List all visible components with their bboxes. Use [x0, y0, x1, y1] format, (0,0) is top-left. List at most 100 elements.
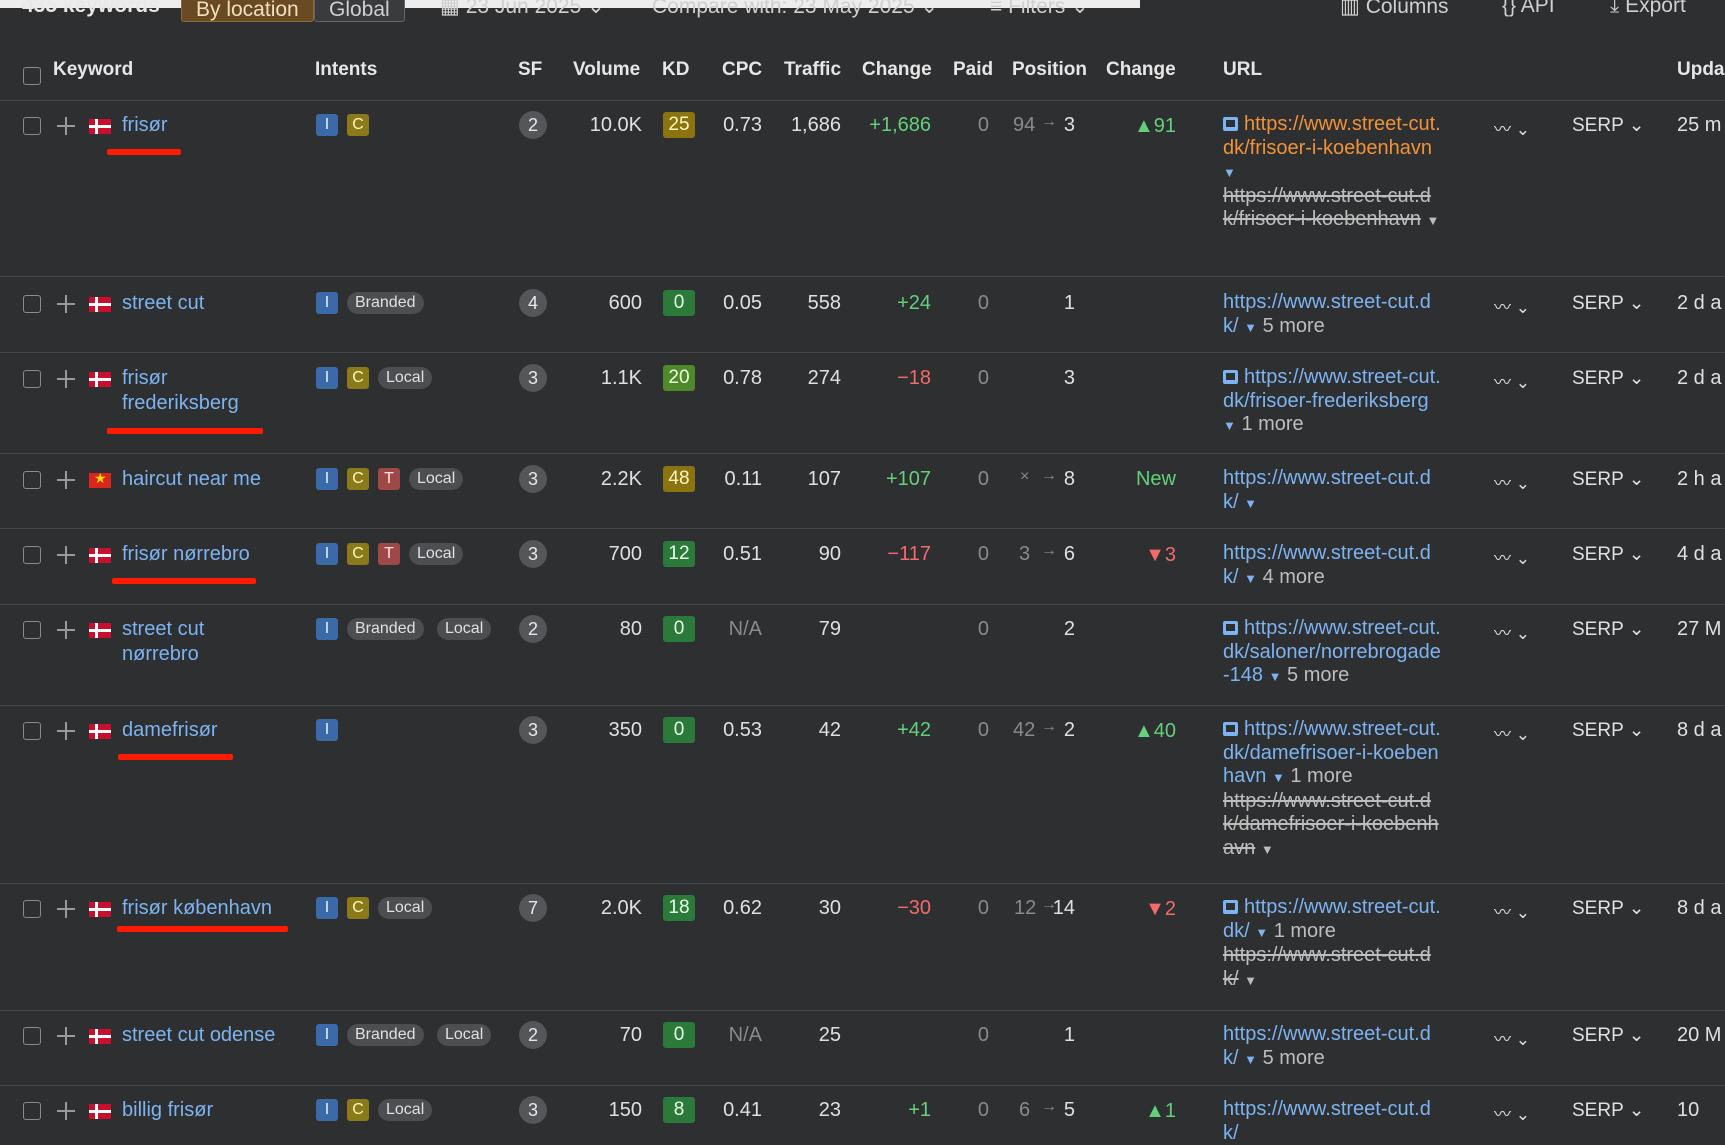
col-updated[interactable]: Upda — [1677, 59, 1725, 81]
trend-icon[interactable]: 〰 ⌄ — [1494, 1025, 1530, 1050]
col-url[interactable]: URL — [1223, 59, 1262, 81]
col-sf[interactable]: SF — [518, 59, 542, 81]
col-paid[interactable]: Paid — [953, 59, 993, 81]
serp-features-count[interactable]: 4 — [519, 289, 547, 317]
row-checkbox[interactable] — [23, 471, 41, 489]
serp-features-count[interactable]: 7 — [519, 894, 547, 922]
col-intents[interactable]: Intents — [315, 59, 377, 81]
url-link[interactable]: https://www.street-cut.dk/ — [1223, 1098, 1445, 1145]
serp-dropdown[interactable]: SERP ⌄ — [1572, 543, 1645, 566]
row-checkbox[interactable] — [23, 722, 41, 740]
caret-down-icon[interactable]: ▼ — [1255, 925, 1268, 940]
caret-down-icon[interactable]: ▼ — [1244, 320, 1257, 335]
col-keyword[interactable]: Keyword — [53, 59, 133, 81]
row-checkbox[interactable] — [23, 621, 41, 639]
plus-icon[interactable] — [57, 295, 75, 313]
caret-down-icon[interactable]: ▼ — [1223, 418, 1236, 433]
compare-dropdown[interactable]: Compare with: 23 May 2025 ⌄ — [652, 0, 938, 19]
serp-features-count[interactable]: 3 — [519, 364, 547, 392]
plus-icon[interactable] — [57, 117, 75, 135]
select-all-checkbox[interactable] — [23, 67, 41, 85]
plus-icon[interactable] — [57, 1102, 75, 1120]
trend-icon[interactable]: 〰 ⌄ — [1494, 619, 1530, 644]
serp-dropdown[interactable]: SERP ⌄ — [1572, 114, 1645, 137]
keyword-link[interactable]: frisør frederiksberg — [122, 366, 272, 416]
trend-icon[interactable]: 〰 ⌄ — [1494, 115, 1530, 140]
serp-dropdown[interactable]: SERP ⌄ — [1572, 292, 1645, 315]
trend-icon[interactable]: 〰 ⌄ — [1494, 469, 1530, 494]
caret-down-icon[interactable]: ▼ — [1244, 1052, 1257, 1067]
plus-icon[interactable] — [57, 722, 75, 740]
columns-button[interactable]: ▥ Columns — [1340, 0, 1449, 19]
row-checkbox[interactable] — [23, 1102, 41, 1120]
col-volume[interactable]: Volume — [573, 59, 640, 81]
url-link[interactable]: https://www.street-cut.dk/ ▼ 4 more — [1223, 542, 1445, 590]
col-traffic[interactable]: Traffic — [784, 59, 841, 81]
caret-down-icon[interactable]: ▼ — [1244, 571, 1257, 586]
caret-down-icon[interactable]: ▼ — [1244, 496, 1257, 511]
date-picker[interactable]: ▦ 23 Jun 2025 ⌄ — [440, 0, 605, 19]
trend-icon[interactable]: 〰 ⌄ — [1494, 720, 1530, 745]
serp-dropdown[interactable]: SERP ⌄ — [1572, 719, 1645, 742]
col-position-change[interactable]: Change — [1106, 59, 1176, 81]
serp-features-count[interactable]: 2 — [519, 111, 547, 139]
trend-icon[interactable]: 〰 ⌄ — [1494, 898, 1530, 923]
trend-icon[interactable]: 〰 ⌄ — [1494, 544, 1530, 569]
col-kd[interactable]: KD — [662, 59, 689, 81]
caret-down-icon[interactable]: ▼ — [1244, 973, 1257, 988]
keyword-link[interactable]: street cut nørrebro — [122, 617, 242, 667]
serp-dropdown[interactable]: SERP ⌄ — [1572, 618, 1645, 641]
row-checkbox[interactable] — [23, 117, 41, 135]
url-link[interactable]: https://www.street-cut.dk/frisoer-freder… — [1223, 366, 1445, 438]
url-link[interactable]: https://www.street-cut.dk/ ▼ 1 more https… — [1223, 896, 1445, 992]
col-position[interactable]: Position — [1012, 59, 1087, 81]
keyword-link[interactable]: billig frisør — [122, 1098, 213, 1123]
trend-icon[interactable]: 〰 ⌄ — [1494, 1100, 1530, 1125]
caret-down-icon[interactable]: ▼ — [1426, 213, 1439, 228]
serp-dropdown[interactable]: SERP ⌄ — [1572, 1099, 1645, 1122]
plus-icon[interactable] — [57, 546, 75, 564]
caret-down-icon[interactable]: ▼ — [1261, 842, 1274, 857]
caret-down-icon[interactable]: ▼ — [1269, 669, 1282, 684]
global-toggle[interactable]: Global — [314, 0, 405, 22]
row-checkbox[interactable] — [23, 295, 41, 313]
caret-down-icon[interactable]: ▼ — [1223, 165, 1236, 180]
serp-features-count[interactable]: 2 — [519, 615, 547, 643]
export-button[interactable]: ⤓ Export — [1610, 0, 1686, 18]
url-link[interactable]: https://www.street-cut.dk/frisoer-i-koeb… — [1223, 113, 1445, 233]
serp-dropdown[interactable]: SERP ⌄ — [1572, 468, 1645, 491]
by-location-toggle[interactable]: By location — [181, 0, 314, 22]
serp-dropdown[interactable]: SERP ⌄ — [1572, 897, 1645, 920]
serp-dropdown[interactable]: SERP ⌄ — [1572, 1024, 1645, 1047]
plus-icon[interactable] — [57, 370, 75, 388]
url-link[interactable]: https://www.street-cut.dk/ ▼ 5 more — [1223, 1023, 1445, 1071]
keyword-link[interactable]: street cut odense — [122, 1023, 275, 1048]
row-checkbox[interactable] — [23, 900, 41, 918]
url-link[interactable]: https://www.street-cut.dk/ ▼ — [1223, 467, 1445, 515]
serp-dropdown[interactable]: SERP ⌄ — [1572, 367, 1645, 390]
serp-features-count[interactable]: 3 — [519, 716, 547, 744]
row-checkbox[interactable] — [23, 1027, 41, 1045]
keyword-link[interactable]: frisør københavn — [122, 896, 272, 921]
serp-features-count[interactable]: 3 — [519, 465, 547, 493]
plus-icon[interactable] — [57, 471, 75, 489]
plus-icon[interactable] — [57, 1027, 75, 1045]
filters-button[interactable]: ≡ Filters ⌄ — [990, 0, 1089, 19]
row-checkbox[interactable] — [23, 546, 41, 564]
trend-icon[interactable]: 〰 ⌄ — [1494, 293, 1530, 318]
col-cpc[interactable]: CPC — [722, 59, 762, 81]
keyword-link[interactable]: haircut near me — [122, 467, 261, 492]
keyword-link[interactable]: damefrisør — [122, 718, 218, 743]
plus-icon[interactable] — [57, 621, 75, 639]
url-link[interactable]: https://www.street-cut.dk/ ▼ 5 more — [1223, 291, 1445, 339]
serp-features-count[interactable]: 3 — [519, 540, 547, 568]
keyword-link[interactable]: frisør — [122, 113, 168, 138]
row-checkbox[interactable] — [23, 370, 41, 388]
url-link[interactable]: https://www.street-cut.dk/saloner/norreb… — [1223, 617, 1445, 689]
col-change[interactable]: Change — [862, 59, 932, 81]
serp-features-count[interactable]: 2 — [519, 1021, 547, 1049]
trend-icon[interactable]: 〰 ⌄ — [1494, 368, 1530, 393]
keyword-link[interactable]: frisør nørrebro — [122, 542, 250, 567]
plus-icon[interactable] — [57, 900, 75, 918]
keyword-link[interactable]: street cut — [122, 291, 204, 316]
